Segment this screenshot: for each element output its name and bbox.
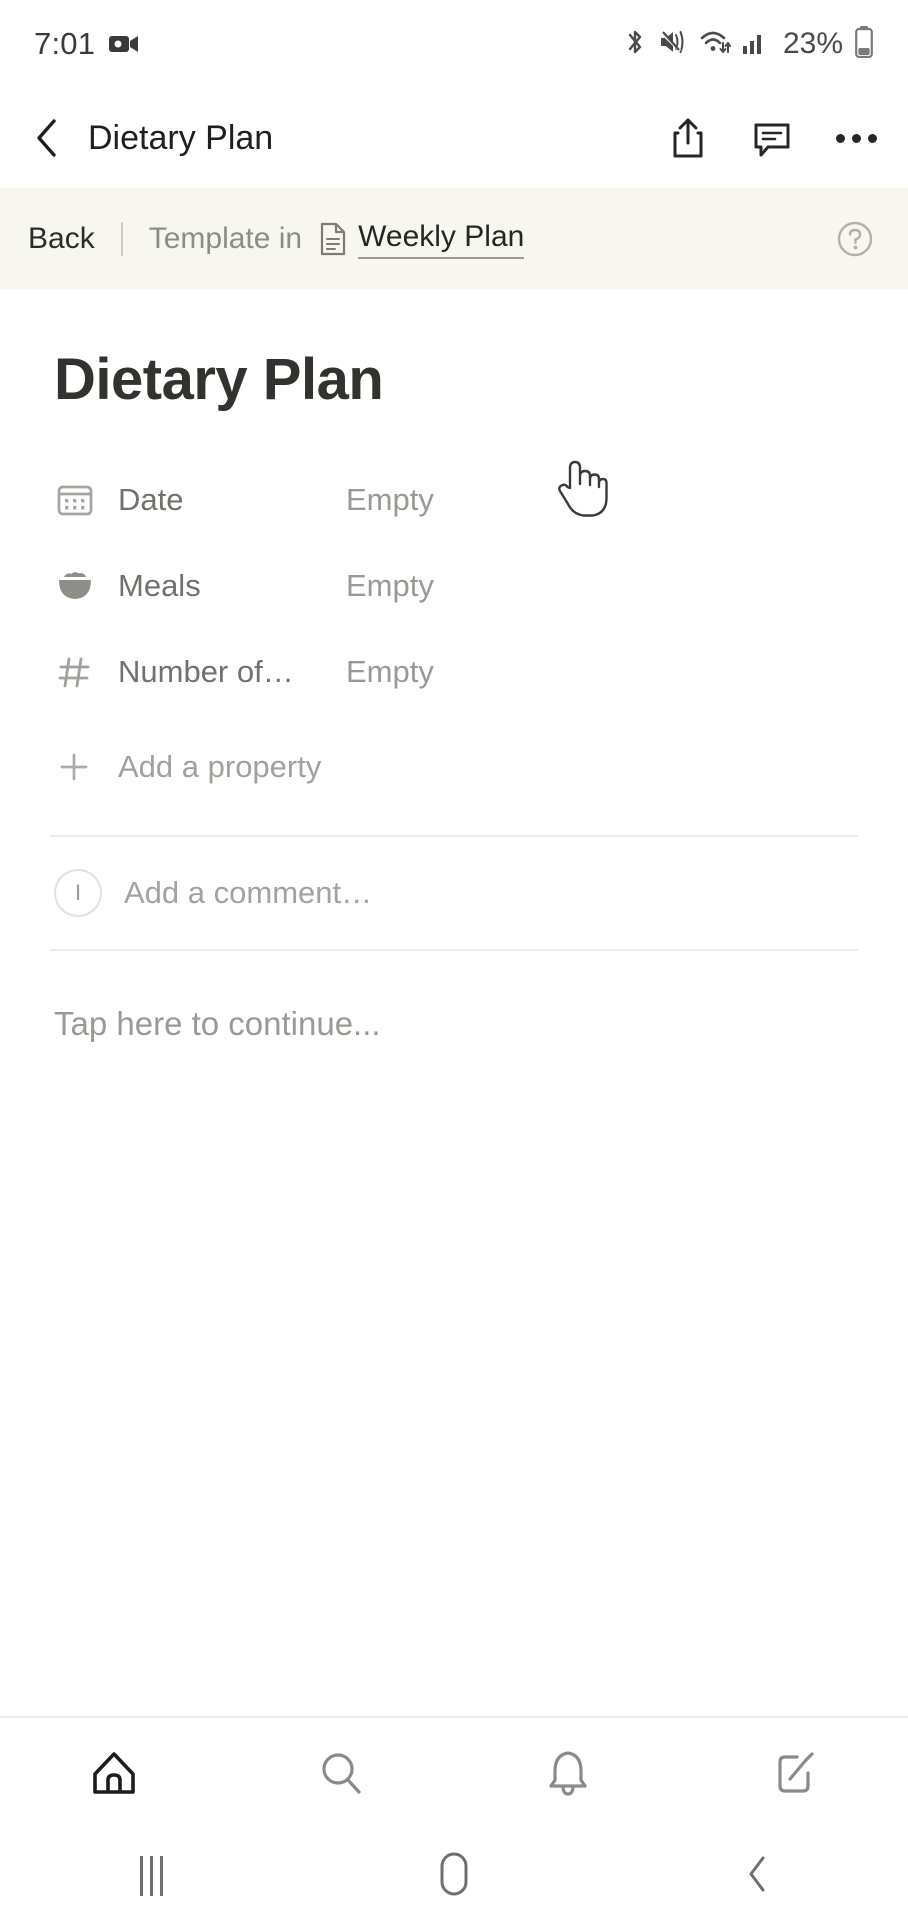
plus-icon xyxy=(56,749,100,785)
battery-icon xyxy=(854,25,874,63)
property-list: Date Empty Meals Empty Number of… Empty … xyxy=(0,413,908,811)
banner-context-label: Template in xyxy=(148,222,303,255)
search-icon xyxy=(314,1746,368,1805)
notifications-bell-icon xyxy=(541,1746,595,1805)
property-value[interactable]: Empty xyxy=(346,654,434,690)
bluetooth-icon xyxy=(623,27,647,62)
nav-back[interactable] xyxy=(605,1852,908,1901)
back-chevron-icon xyxy=(742,1852,772,1901)
banner-parent-page-link[interactable]: Weekly Plan xyxy=(358,220,525,259)
add-property-button[interactable]: Add a property xyxy=(56,723,908,811)
home-icon xyxy=(87,1746,141,1805)
tab-compose[interactable] xyxy=(681,1718,908,1832)
status-icons: 23% xyxy=(623,25,874,63)
share-icon[interactable] xyxy=(664,114,712,162)
status-time: 7:01 xyxy=(34,26,96,61)
avatar: I xyxy=(54,869,102,917)
mute-vibrate-icon xyxy=(658,27,688,62)
number-hash-icon xyxy=(56,653,100,691)
page-content: Dietary Plan Date Empty Meals Empty Numb… xyxy=(0,290,908,1043)
page-title-header: Dietary Plan xyxy=(88,118,274,157)
property-row-number[interactable]: Number of… Empty xyxy=(56,629,908,715)
banner-back-button[interactable]: Back xyxy=(28,222,95,256)
calendar-icon xyxy=(56,481,100,519)
property-row-meals[interactable]: Meals Empty xyxy=(56,543,908,629)
app-header-actions xyxy=(664,114,880,162)
compose-edit-icon xyxy=(768,1746,822,1805)
nav-recents[interactable] xyxy=(0,1856,303,1896)
page-title[interactable]: Dietary Plan xyxy=(0,290,908,413)
template-banner: Back Template in Weekly Plan xyxy=(0,188,908,290)
banner-divider xyxy=(120,222,123,256)
chevron-left-icon[interactable] xyxy=(24,115,70,161)
tab-notifications[interactable] xyxy=(454,1718,681,1832)
nav-home[interactable] xyxy=(303,1851,606,1902)
rice-bowl-icon xyxy=(56,567,100,605)
property-name: Number of… xyxy=(118,654,294,689)
avatar-initial: I xyxy=(74,880,82,905)
wifi-icon xyxy=(699,27,731,62)
add-comment-placeholder[interactable]: Add a comment… xyxy=(124,875,372,911)
property-row-date[interactable]: Date Empty xyxy=(56,457,908,543)
more-options-icon[interactable] xyxy=(832,114,880,162)
home-circle-icon xyxy=(436,1851,472,1902)
property-name: Meals xyxy=(118,568,201,603)
recents-icon xyxy=(139,1856,163,1896)
property-value[interactable]: Empty xyxy=(346,568,434,604)
tab-search[interactable] xyxy=(227,1718,454,1832)
document-icon xyxy=(318,222,348,256)
tab-home[interactable] xyxy=(0,1718,227,1832)
status-bar: 7:01 23% xyxy=(0,0,908,88)
body-placeholder[interactable]: Tap here to continue... xyxy=(0,951,908,1043)
bottom-tab-bar xyxy=(0,1716,908,1832)
battery-percent-label: 23% xyxy=(782,27,843,60)
comment-icon[interactable] xyxy=(748,114,796,162)
property-name: Date xyxy=(118,482,184,517)
screen-record-icon xyxy=(109,33,139,55)
add-property-label: Add a property xyxy=(118,749,322,784)
android-navigation-bar xyxy=(0,1832,908,1920)
phone-screen: 7:01 23% Dietary Plan Back Template in W… xyxy=(0,0,908,1920)
help-circle-icon[interactable] xyxy=(834,218,876,260)
property-value[interactable]: Empty xyxy=(346,482,434,518)
cellular-signal-icon xyxy=(742,29,768,60)
add-comment-row[interactable]: I Add a comment… xyxy=(0,837,908,949)
app-header: Dietary Plan xyxy=(0,88,908,188)
